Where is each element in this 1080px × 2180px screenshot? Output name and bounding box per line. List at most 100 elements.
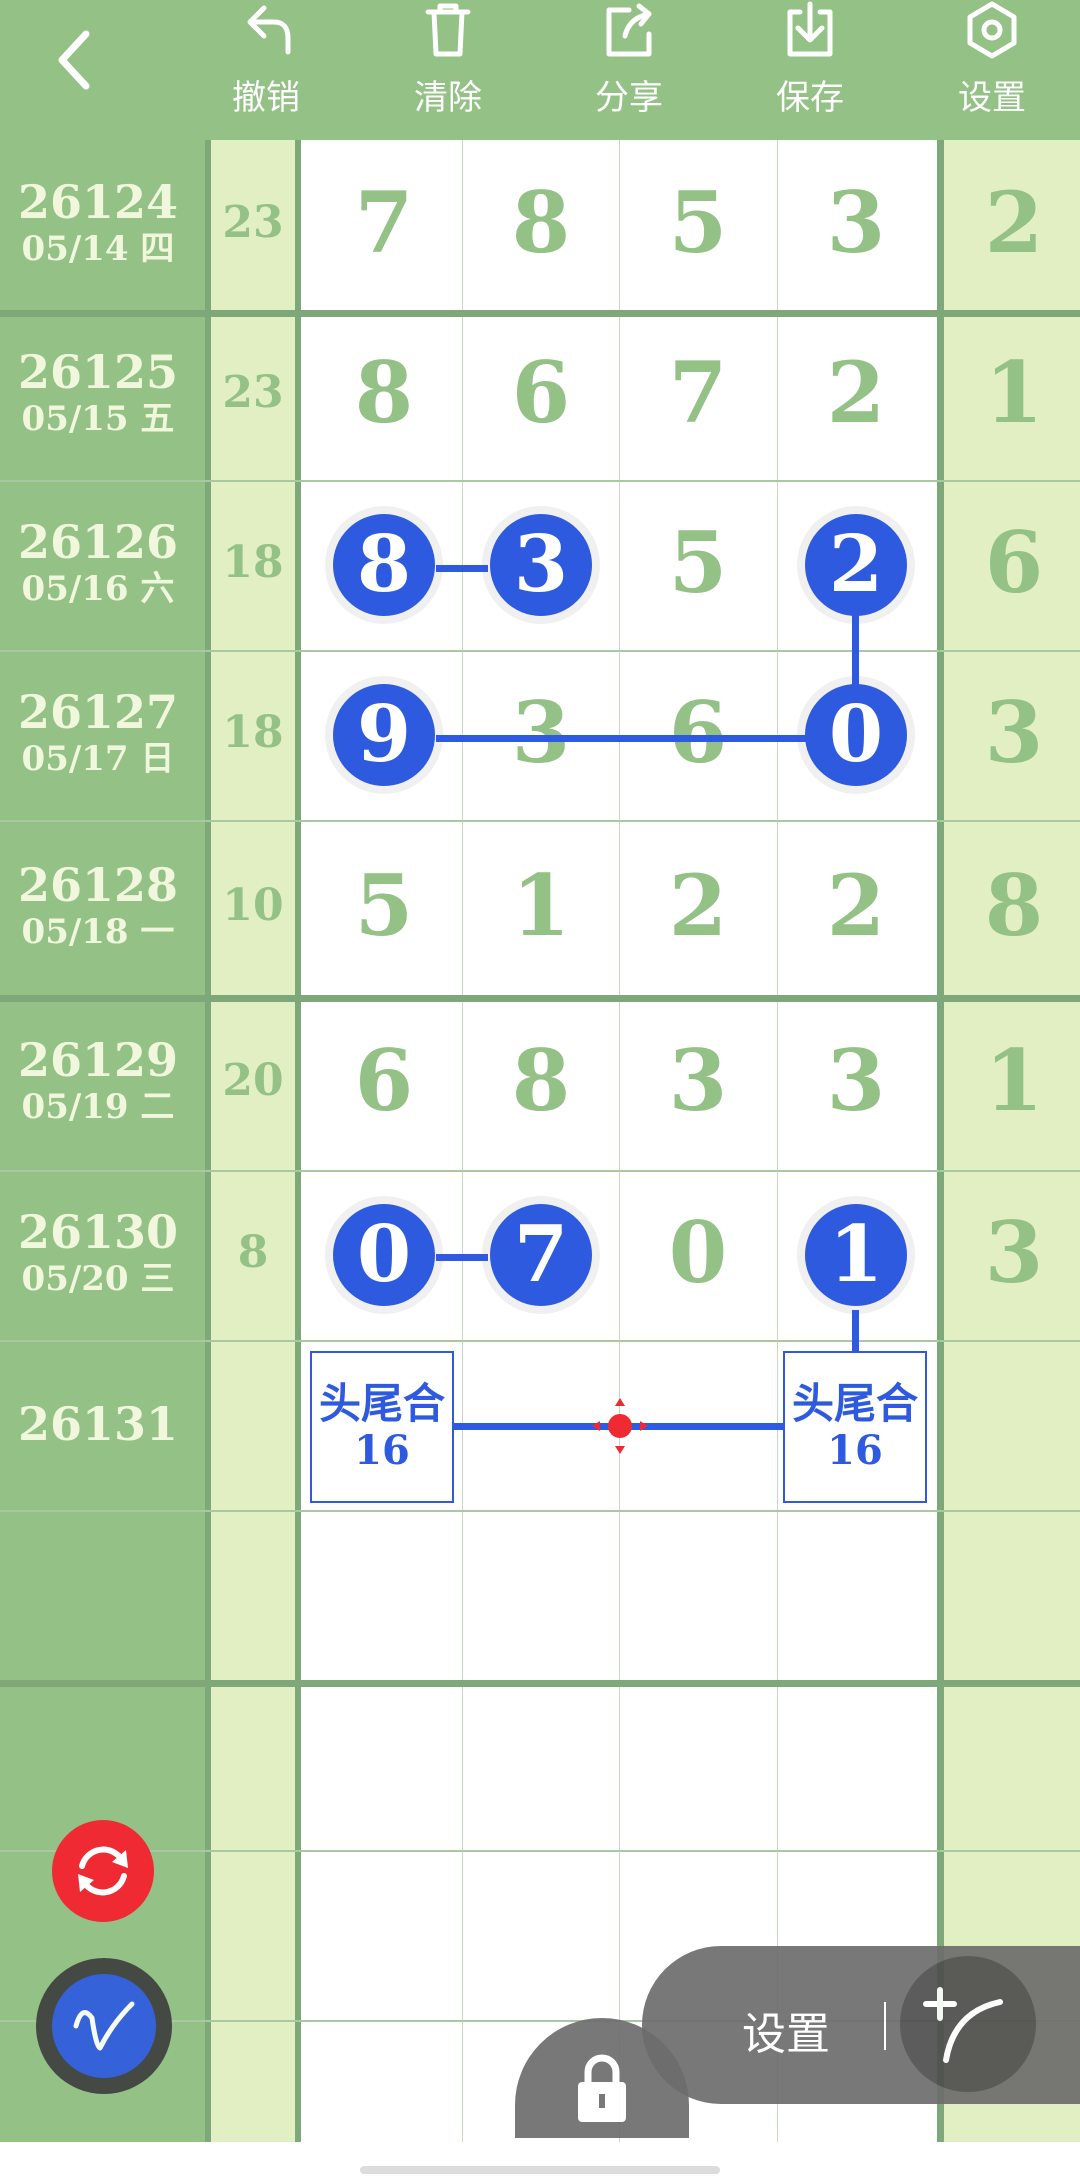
undo-button[interactable]: 撤销 [211,0,321,140]
trash-icon [425,3,471,57]
issue-cell: 26130 05/20 三 [0,1205,196,1299]
draw-mode-button[interactable] [36,1958,172,2094]
digit-cell[interactable]: 8 [306,343,462,442]
row-divider [0,1510,1080,1512]
back-button[interactable] [48,24,108,96]
connector-line [436,565,488,572]
undo-icon [247,5,291,55]
issue-number: 26125 [17,345,179,399]
digit-cell[interactable]: 2 [778,343,934,442]
digit-cell[interactable]: 7 [620,343,776,442]
marked-digit-ball[interactable]: 8 [333,514,435,616]
row-divider-thick [0,995,1080,1002]
sum-value: 23 [222,367,284,418]
extra-digit: 6 [984,513,1044,612]
draw-mode-inner [52,1974,156,2078]
save-button[interactable]: 保存 [755,0,865,140]
digit-cell[interactable]: 3 [620,1031,776,1130]
issue-date: 05/19 二 [21,1086,175,1127]
row-divider [0,480,1080,482]
row-divider-thick [0,1680,1080,1687]
marked-digit-ball[interactable]: 0 [805,684,907,786]
issue-date: 05/14 四 [21,229,175,269]
sum-column [211,140,295,2142]
share-icon [606,3,652,57]
download-icon [787,1,833,57]
row-divider [0,1850,1080,1852]
undo-label: 撤销 [232,78,300,118]
sum-value: 10 [222,879,284,931]
lock-icon [578,2054,626,2122]
digit-cell[interactable]: 2 [778,856,934,955]
prediction-box-right[interactable]: 头尾合 16 [783,1351,927,1503]
extra-digit: 3 [984,683,1044,782]
extra-digit: 1 [984,1030,1044,1130]
settings-label: 设置 [958,78,1026,118]
clear-button[interactable]: 清除 [393,0,503,140]
issue-cell: 26131 [0,1397,196,1451]
digit-cell[interactable]: 6 [463,343,619,442]
top-toolbar [0,0,1080,140]
gear-icon [967,1,1017,59]
connector-line [852,1310,859,1352]
move-handle-icon[interactable] [590,1396,650,1456]
digit-cell[interactable]: 2 [620,856,776,955]
add-line-icon [923,1987,1003,2063]
issue-number: 26126 [17,515,179,569]
digit-cell[interactable]: 5 [620,513,776,612]
extra-digit: 8 [984,855,1044,955]
digit-cell[interactable]: 8 [463,1031,619,1130]
extra-digit: 2 [984,173,1044,272]
row-divider [0,1340,1080,1342]
issue-cell: 26124 05/14 四 [0,175,196,269]
refresh-button[interactable] [52,1820,154,1922]
marked-digit-ball[interactable]: 9 [333,684,435,786]
prediction-label: 头尾合 [318,1379,445,1428]
digit-cell[interactable]: 7 [306,173,462,272]
issue-cell: 26126 05/16 六 [0,515,196,609]
issue-number: 26124 [17,175,179,229]
marked-digit-ball[interactable]: 1 [805,1204,907,1306]
issue-date: 05/20 三 [21,1259,175,1299]
digit-cell[interactable]: 5 [306,856,462,955]
sum-value: 20 [222,1054,284,1106]
row-divider [0,1170,1080,1172]
share-label: 分享 [595,78,663,118]
issue-date: 05/16 六 [21,569,175,609]
issue-number: 26127 [17,685,179,739]
digit-cell[interactable]: 0 [620,1203,776,1302]
digit-cell[interactable]: 3 [463,683,619,782]
column-divider [295,140,301,2142]
pen-icon [73,2001,135,2051]
digit-cell[interactable]: 5 [620,173,776,272]
issue-number: 26129 [17,1032,179,1087]
digit-cell[interactable]: 3 [778,1031,934,1130]
row-divider-thick [0,310,1080,317]
issue-number: 26131 [17,1397,179,1451]
settings-pill: 设置 [642,1946,1080,2104]
digit-cell[interactable]: 6 [306,1031,462,1130]
digit-cell[interactable]: 6 [620,683,776,782]
connector-line [436,1254,488,1261]
pill-settings-label[interactable]: 设置 [742,1998,830,2062]
marked-digit-ball[interactable]: 2 [805,514,907,616]
settings-button[interactable]: 设置 [937,0,1047,140]
share-button[interactable]: 分享 [574,0,684,140]
digit-cell[interactable]: 8 [463,173,619,272]
issue-cell: 26128 05/18 一 [0,858,196,952]
connector-line [436,735,810,742]
sum-value: 8 [237,1227,269,1278]
add-line-button[interactable] [900,1956,1036,2092]
marked-digit-ball[interactable]: 7 [490,1204,592,1306]
clear-label: 清除 [414,78,482,118]
sum-value: 18 [222,707,284,758]
extra-digit: 3 [984,1203,1044,1302]
digit-cell[interactable]: 3 [778,173,934,272]
prediction-label: 头尾合 [791,1379,918,1428]
prediction-box-left[interactable]: 头尾合 16 [310,1351,454,1503]
digit-cell[interactable]: 1 [463,856,619,955]
issue-date: 05/18 一 [21,911,175,952]
marked-digit-ball[interactable]: 0 [333,1204,435,1306]
issue-date: 05/17 日 [21,739,175,779]
marked-digit-ball[interactable]: 3 [490,514,592,616]
